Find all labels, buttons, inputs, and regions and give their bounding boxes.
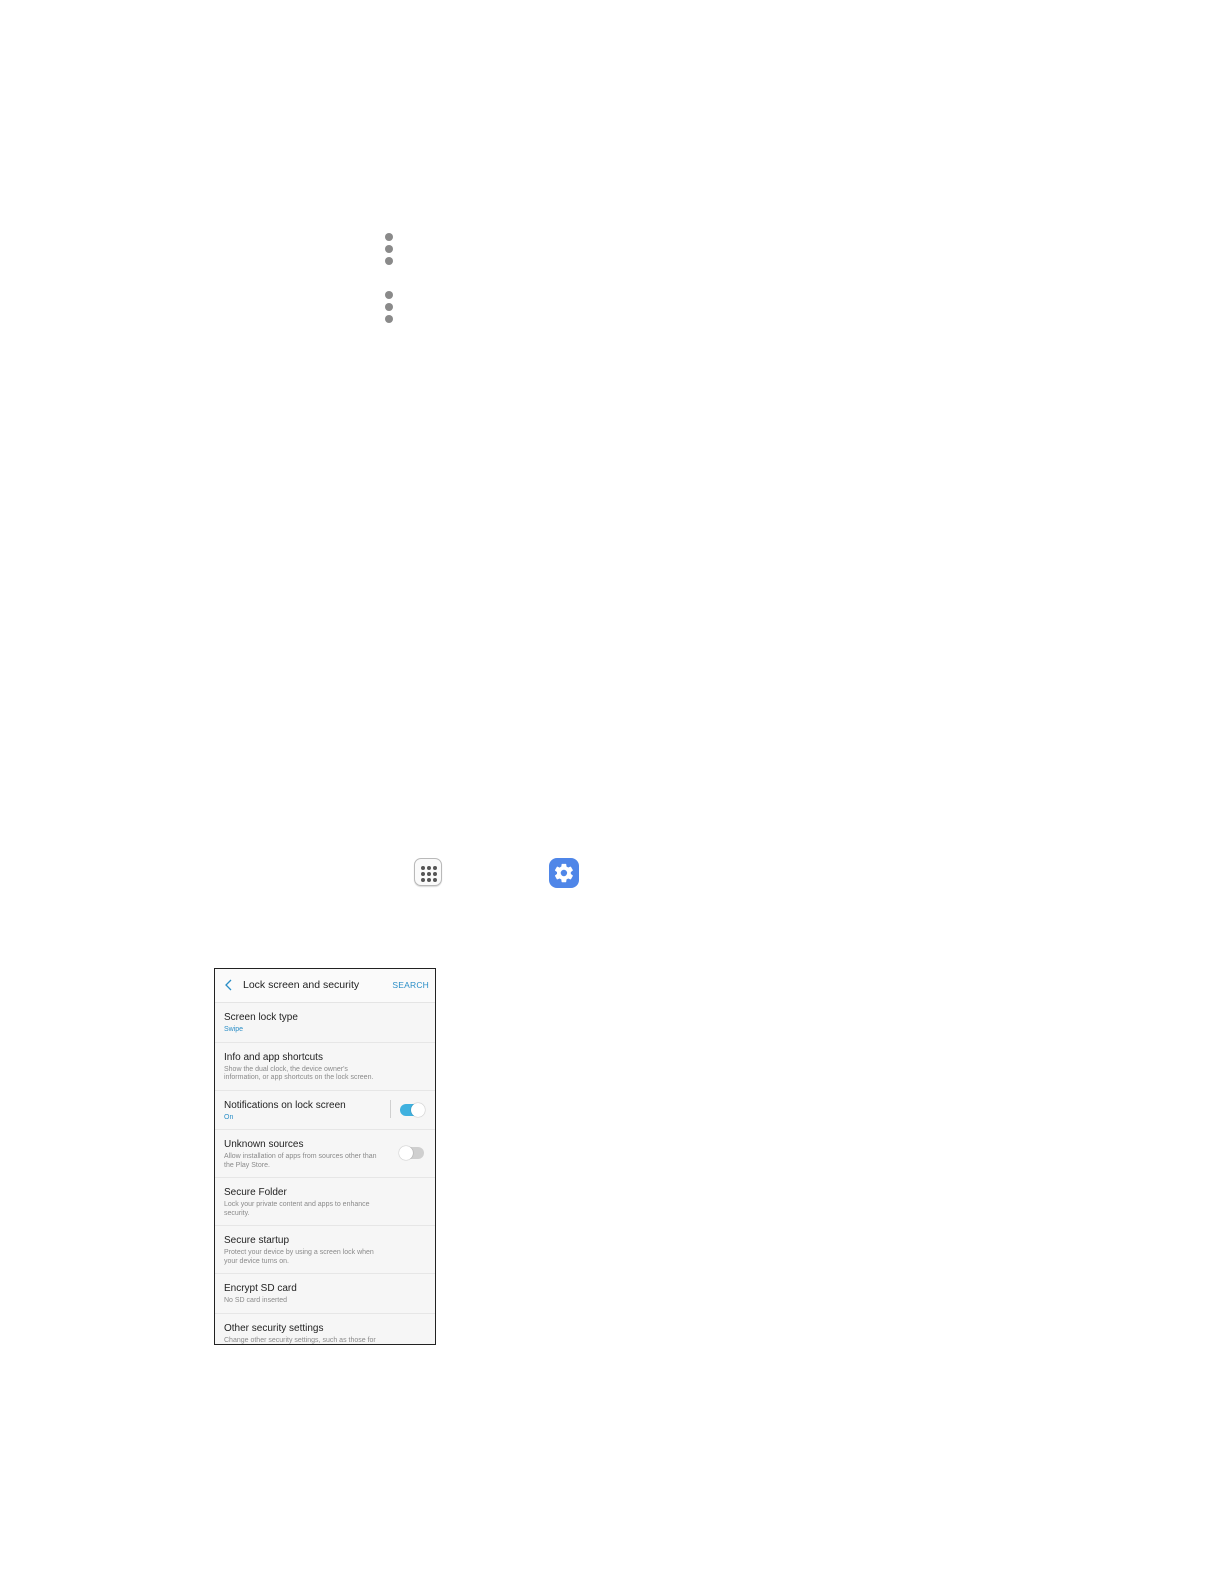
setting-title: Unknown sources (224, 1139, 304, 1150)
setting-title: Notifications on lock screen (224, 1099, 346, 1111)
setting-title: Encrypt SD card (224, 1283, 297, 1294)
setting-row-screen-lock-type[interactable]: Screen lock type Swipe (215, 1003, 435, 1043)
back-icon[interactable] (223, 979, 235, 991)
app-bar: Lock screen and security SEARCH (215, 969, 435, 1003)
setting-value: Swipe (224, 1026, 244, 1033)
setting-description: Change other security settings, such as … (224, 1336, 376, 1344)
setting-description: Lock your private content and apps to en… (224, 1201, 370, 1217)
setting-title: Secure Folder (224, 1187, 287, 1198)
apps-icon (414, 858, 442, 886)
phone-screenshot: Lock screen and security SEARCH Screen l… (214, 968, 436, 1345)
setting-row-notifications-lock-screen[interactable]: Notifications on lock screen On (215, 1090, 435, 1130)
divider (390, 1099, 391, 1118)
setting-row-secure-startup[interactable]: Secure startup Protect your device by us… (215, 1226, 435, 1274)
setting-title: Secure startup (224, 1235, 290, 1246)
setting-description: Show the dual clock, the device owner's … (224, 1065, 374, 1082)
setting-value: On (224, 1113, 234, 1121)
setting-description: No SD card inserted (224, 1297, 288, 1304)
setting-title: Screen lock type (224, 1012, 298, 1023)
toggle-knob (411, 1102, 425, 1117)
more-options-icon (384, 233, 394, 267)
search-button[interactable]: SEARCH (392, 980, 429, 990)
notifications-toggle[interactable] (400, 1102, 425, 1117)
unknown-sources-toggle[interactable] (399, 1146, 424, 1160)
more-options-icon (384, 291, 394, 325)
setting-title: Info and app shortcuts (224, 1051, 323, 1063)
setting-description: Protect your device by using a screen lo… (224, 1249, 374, 1265)
setting-title: Other security settings (224, 1322, 324, 1334)
settings-icon (549, 858, 579, 888)
setting-description: Allow installation of apps from sources … (224, 1153, 377, 1169)
toggle-knob (399, 1146, 413, 1160)
setting-row-encrypt-sd-card[interactable]: Encrypt SD card No SD card inserted (215, 1274, 435, 1314)
setting-row-secure-folder[interactable]: Secure Folder Lock your private content … (215, 1178, 435, 1226)
setting-row-unknown-sources[interactable]: Unknown sources Allow installation of ap… (215, 1130, 435, 1178)
screen-title: Lock screen and security (243, 979, 360, 991)
setting-row-other-security[interactable]: Other security settings Change other sec… (215, 1313, 435, 1344)
setting-row-info-app-shortcuts[interactable]: Info and app shortcuts Show the dual clo… (215, 1042, 435, 1091)
